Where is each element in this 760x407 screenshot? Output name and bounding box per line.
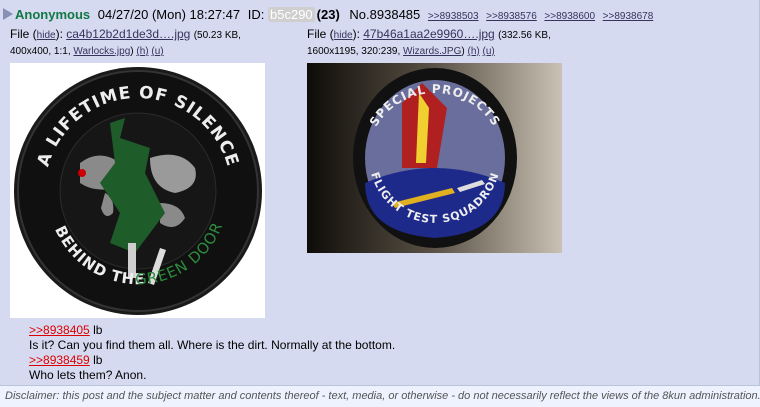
hide-link[interactable]: hide [334,30,353,41]
post-intro: Anonymous 04/27/20 (Mon) 18:27:47 ID: b5… [3,7,653,22]
poster-id-label: ID: [247,7,265,22]
poster-id-hash[interactable]: b5c290 [268,7,315,22]
post-date: 04/27/20 (Mon) 18:27:47 [97,7,241,22]
file-prefix: File ( [307,27,334,41]
quote-link[interactable]: >>8938405 [29,323,90,337]
hide-link[interactable]: hide [37,30,56,41]
body-line: Who lets them? Anon. [29,368,147,382]
thumbnail-wizards[interactable]: SPECIAL PROJECTS FLIGHT TEST SQUADRON [307,63,562,253]
file-dims: 400x400, 1:1, [10,46,74,57]
file-mid: ): [55,27,67,41]
body-line: >>8938405 lb [29,323,395,338]
file-name-link[interactable]: 47b46a1aa2e9960….jpg [363,27,494,41]
post-container: Anonymous 04/27/20 (Mon) 18:27:47 ID: b5… [0,0,760,386]
original-filename-link[interactable]: Wizards.JPG [403,46,461,57]
file-dims: 1600x1195, 320:239, [307,46,404,57]
body-line: >>8938459 lb [29,353,395,368]
original-filename-link[interactable]: Warlocks.jpg [73,46,130,57]
green-door-patch-image: A LIFETIME OF SILENCE BEHIND THE GREEN D… [14,67,262,315]
file-mid: ): [352,27,364,41]
file-prefix: File ( [10,27,37,41]
post-body: >>8938405 lb Is it? Can you find them al… [29,323,395,383]
poster-id-count: (23) [316,7,340,22]
body-line: Is it? Can you find them all. Where is t… [29,338,396,352]
backlink[interactable]: >>8938576 [486,11,537,22]
file-meta: (50.23 KB, [193,30,241,41]
body-text: lb [89,353,103,367]
file-info-1: File (hide): ca4b12b2d1de3d….jpg (50.23 … [10,26,241,60]
body-text: lb [89,323,103,337]
thumbnail-warlocks[interactable]: A LIFETIME OF SILENCE BEHIND THE GREEN D… [10,63,265,318]
file-u-link[interactable]: (u) [483,46,495,57]
disclaimer: Disclaimer: this post and the subject ma… [5,390,760,402]
quote-link[interactable]: >>8938459 [29,353,90,367]
file-info-2: File (hide): 47b46a1aa2e9960….jpg (332.5… [307,26,551,60]
backlink[interactable]: >>8938678 [603,11,654,22]
file-name-link[interactable]: ca4b12b2d1de3d….jpg [66,27,190,41]
file-h-link[interactable]: (h) [467,46,479,57]
post-menu-arrow-icon[interactable] [3,8,13,20]
file-h-link[interactable]: (h) [136,46,148,57]
backlink[interactable]: >>8938503 [428,11,479,22]
flight-test-patch-image: SPECIAL PROJECTS FLIGHT TEST SQUADRON [307,63,562,253]
file-close-paren: ) [461,46,465,57]
file-u-link[interactable]: (u) [151,46,163,57]
post-number[interactable]: No.8938485 [349,7,420,22]
file-close-paren: ) [130,46,134,57]
file-meta: (332.56 KB, [498,30,551,41]
backlink[interactable]: >>8938600 [544,11,595,22]
poster-name: Anonymous [15,7,91,22]
